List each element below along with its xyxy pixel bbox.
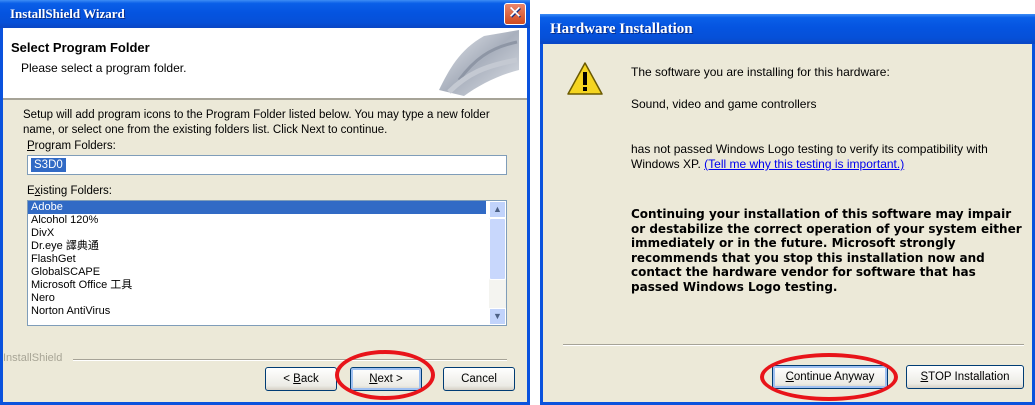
- installshield-brand: InstallShield: [3, 352, 63, 364]
- installer-page-curl-graphic: [439, 30, 519, 96]
- list-item[interactable]: Nero: [28, 292, 486, 305]
- list-item[interactable]: GlobalSCAPE: [28, 266, 486, 279]
- back-button[interactable]: < Back: [265, 367, 337, 391]
- wizard-header: Select Program Folder Please select a pr…: [3, 28, 527, 100]
- scroll-down-arrow-icon[interactable]: ▼: [489, 308, 506, 325]
- installshield-title-bar[interactable]: InstallShield Wizard ✕: [0, 0, 530, 28]
- installshield-wizard-window: InstallShield Wizard ✕ Select Program Fo…: [0, 0, 530, 405]
- device-name: Sound, video and game controllers: [631, 97, 817, 111]
- footer-divider: [563, 344, 1024, 346]
- list-item[interactable]: Adobe: [28, 201, 486, 214]
- next-button[interactable]: Next >: [350, 367, 422, 391]
- window-title: Hardware Installation: [550, 21, 693, 37]
- program-folder-value: S3D0: [31, 158, 66, 172]
- list-item[interactable]: FlashGet: [28, 253, 486, 266]
- hardware-installation-window: Hardware Installation The software you a…: [540, 14, 1035, 405]
- page-title: Select Program Folder: [11, 40, 150, 55]
- cancel-button[interactable]: Cancel: [443, 367, 515, 391]
- list-item[interactable]: Norton AntiVirus: [28, 305, 486, 318]
- list-item[interactable]: DivX: [28, 227, 486, 240]
- program-folder-input[interactable]: S3D0: [27, 155, 507, 175]
- page-subtitle: Please select a program folder.: [21, 61, 187, 75]
- window-title: InstallShield Wizard: [10, 6, 125, 21]
- scroll-up-arrow-icon[interactable]: ▲: [489, 201, 506, 218]
- intro-text: The software you are installing for this…: [631, 65, 890, 79]
- folders-scrollbar[interactable]: ▲ ▼: [489, 201, 506, 325]
- hardware-title-bar[interactable]: Hardware Installation: [540, 14, 1035, 44]
- wizard-description: Setup will add program icons to the Prog…: [23, 109, 490, 136]
- existing-folders-list[interactable]: Adobe Alcohol 120% DivX Dr.eye 譯典通 FlashGet G…: [27, 200, 507, 326]
- program-folders-label: Program Folders:: [27, 140, 116, 152]
- close-icon[interactable]: ✕: [504, 3, 526, 25]
- logo-testing-text: has not passed Windows Logo testing to v…: [631, 142, 988, 171]
- logo-testing-link[interactable]: (Tell me why this testing is important.): [704, 157, 904, 171]
- list-item[interactable]: Dr.eye 譯典通: [28, 240, 486, 253]
- existing-folders-label: Existing Folders:: [27, 185, 113, 197]
- list-item[interactable]: Alcohol 120%: [28, 214, 486, 227]
- warning-icon: [567, 62, 603, 95]
- scroll-thumb[interactable]: [489, 218, 506, 280]
- footer-divider: [73, 359, 507, 361]
- continue-anyway-button[interactable]: Continue Anyway: [772, 365, 888, 389]
- warning-message: Continuing your installation of this sof…: [631, 207, 1022, 294]
- stop-installation-button[interactable]: STOP Installation: [906, 365, 1024, 389]
- list-item[interactable]: Microsoft Office 工具: [28, 279, 486, 292]
